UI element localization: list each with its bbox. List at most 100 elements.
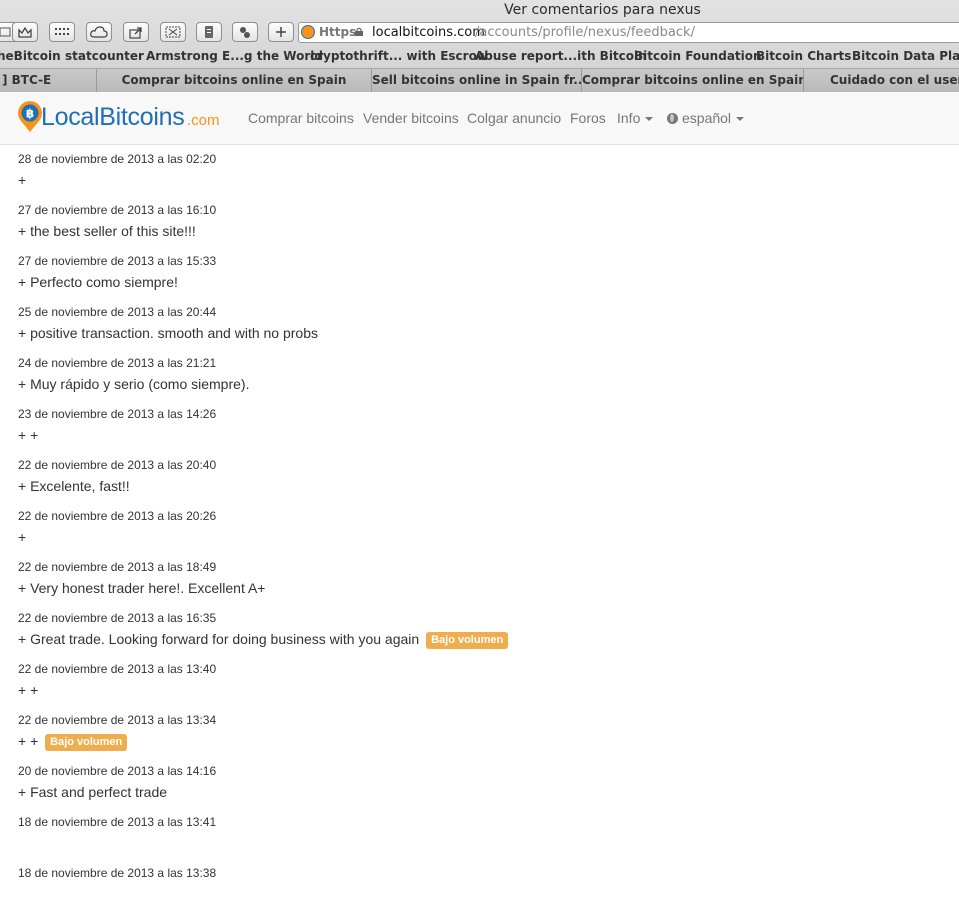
feedback-date: 22 de noviembre de 2013 a las 13:34 xyxy=(18,713,217,727)
grid-icon[interactable] xyxy=(49,22,75,42)
feedback-date: 18 de noviembre de 2013 a las 13:41 xyxy=(18,815,217,829)
bookmark-item[interactable]: Bitcoin Foundation xyxy=(634,49,762,63)
feedback-item: 28 de noviembre de 2013 a las 02:20 + xyxy=(18,145,938,196)
tab-comprar-1[interactable]: Comprar bitcoins online en Spain xyxy=(97,69,372,92)
feedback-comment: + the best seller of this site!!! xyxy=(18,223,196,239)
site-favicon-icon xyxy=(301,25,315,39)
feedback-item: 25 de noviembre de 2013 a las 20:44 + po… xyxy=(18,298,938,349)
browser-chrome: Ver comentarios para nexus Https localbi… xyxy=(0,0,959,93)
feedback-item: 22 de noviembre de 2013 a las 13:34 + + … xyxy=(18,706,938,757)
feedback-date: 28 de noviembre de 2013 a las 02:20 xyxy=(18,152,217,166)
feedback-text: + the best seller of this site!!! xyxy=(18,223,196,239)
feedback-comment: + + xyxy=(18,682,38,698)
nav-info-dropdown[interactable]: Info xyxy=(617,110,654,126)
feedback-date: 24 de noviembre de 2013 a las 21:21 xyxy=(18,356,217,370)
feedback-text: + Perfecto como siempre! xyxy=(18,274,178,290)
feedback-text: + Great trade. Looking forward for doing… xyxy=(18,631,420,647)
crown-icon[interactable] xyxy=(12,22,38,42)
feedback-text: + positive transaction. smooth and with … xyxy=(18,325,319,341)
feedback-comment: + Very honest trader here!. Excellent A+ xyxy=(18,580,265,596)
url-scheme: https xyxy=(319,25,357,39)
feedback-item: 24 de noviembre de 2013 a las 21:21 + Mu… xyxy=(18,349,938,400)
feedback-text: + + xyxy=(18,427,39,443)
browser-toolbar: https localbitcoins.com /accounts/profil… xyxy=(0,20,959,46)
feedback-item: 22 de noviembre de 2013 a las 16:35 + Gr… xyxy=(18,604,938,655)
nav-sell-bitcoins[interactable]: Vender bitcoins xyxy=(363,110,459,126)
feedback-comment: + Muy rápido y serio (como siempre). xyxy=(18,376,249,392)
caret-down-icon xyxy=(736,117,745,122)
add-icon[interactable] xyxy=(268,22,294,42)
tab-cuidado[interactable]: Cuidado con el user "n xyxy=(804,69,959,92)
feedback-date: 25 de noviembre de 2013 a las 20:44 xyxy=(18,305,217,319)
feedback-comment: + + xyxy=(18,427,38,443)
bookmark-item[interactable]: Abuse report...ith Bitcoin xyxy=(475,49,647,63)
nav-forums[interactable]: Foros xyxy=(570,110,606,126)
nav-info-label: Info xyxy=(617,110,641,126)
tab-btce[interactable]: ] BTC-E xyxy=(0,69,97,92)
nav-post-ad[interactable]: Colgar anuncio xyxy=(467,110,561,126)
bookmark-item[interactable]: Bitcoin Data Platfo xyxy=(852,49,959,63)
feedback-text: + xyxy=(18,172,27,188)
feedback-date: 22 de noviembre de 2013 a las 13:40 xyxy=(18,662,217,676)
feedback-item: 18 de noviembre de 2013 a las 13:41 xyxy=(18,808,938,859)
feedback-text: + + xyxy=(18,733,39,749)
nav-language-dropdown[interactable]: español xyxy=(667,110,745,126)
feedback-text: + Excelente, fast!! xyxy=(18,478,130,494)
feedback-comment: + positive transaction. smooth and with … xyxy=(18,325,318,341)
feedback-text: + xyxy=(18,529,27,545)
bookmark-item[interactable]: heBitcoin xyxy=(0,49,61,63)
feedback-text: + Muy rápido y serio (como siempre). xyxy=(18,376,250,392)
feedback-date: 22 de noviembre de 2013 a las 20:40 xyxy=(18,458,217,472)
feedback-text: + + xyxy=(18,682,39,698)
address-bar[interactable]: https localbitcoins.com /accounts/profil… xyxy=(298,22,959,43)
evernote-icon[interactable] xyxy=(232,22,258,42)
url-path: /accounts/profile/nexus/feedback/ xyxy=(475,25,695,40)
tab-sell[interactable]: Sell bitcoins online in Spain fr... xyxy=(372,69,582,92)
cloud-icon[interactable] xyxy=(86,22,112,42)
url-domain: localbitcoins.com xyxy=(372,25,485,40)
feedback-comment: + xyxy=(18,172,26,188)
tab-comprar-2[interactable]: Comprar bitcoins online en Spain xyxy=(582,69,804,92)
file-icon[interactable] xyxy=(196,22,222,42)
bookmarks-bar: heBitcoin statcounter Armstrong E...g th… xyxy=(0,46,959,68)
feedback-item: 18 de noviembre de 2013 a las 13:38 xyxy=(18,859,938,910)
bookmark-item[interactable]: statcounter xyxy=(65,49,144,63)
nav-language-label: español xyxy=(682,110,732,126)
globe-icon xyxy=(667,113,678,124)
share-icon[interactable] xyxy=(123,22,149,42)
lock-icon xyxy=(355,27,363,36)
feedback-comment: + Excelente, fast!! xyxy=(18,478,130,494)
feedback-item: 27 de noviembre de 2013 a las 16:10 + th… xyxy=(18,196,938,247)
caret-down-icon xyxy=(645,117,654,122)
feedback-item: 22 de noviembre de 2013 a las 13:40 + + xyxy=(18,655,938,706)
feedback-date: 27 de noviembre de 2013 a las 15:33 xyxy=(18,254,217,268)
feedback-comment: + + Bajo volumen xyxy=(18,733,128,751)
bookmark-item[interactable]: Bitcoin Charts xyxy=(756,49,851,63)
feedback-item: 22 de noviembre de 2013 a las 20:26 + xyxy=(18,502,938,553)
feedback-text: + Fast and perfect trade xyxy=(18,784,168,800)
feedback-comment: + Great trade. Looking forward for doing… xyxy=(18,631,509,649)
bookmark-item[interactable]: cryptothrift... with Escrow xyxy=(310,49,488,63)
title-bar: Ver comentarios para nexus xyxy=(0,0,959,22)
feedback-item: 27 de noviembre de 2013 a las 15:33 + Pe… xyxy=(18,247,938,298)
screenshot-icon[interactable] xyxy=(160,22,186,42)
svg-text:฿: ฿ xyxy=(26,107,34,121)
bitcoin-pin-icon: ฿ xyxy=(18,101,42,132)
nav-buy-bitcoins[interactable]: Comprar bitcoins xyxy=(248,110,354,126)
feedback-item: 22 de noviembre de 2013 a las 20:40 + Ex… xyxy=(18,451,938,502)
feedback-list: 28 de noviembre de 2013 a las 02:20 + 27… xyxy=(18,145,938,910)
feedback-text: + Very honest trader here!. Excellent A+ xyxy=(18,580,266,596)
logo-text: LocalBitcoins xyxy=(41,103,185,131)
feedback-date: 18 de noviembre de 2013 a las 13:38 xyxy=(18,866,217,880)
tab-bar: ] BTC-E Comprar bitcoins online en Spain… xyxy=(0,68,959,93)
low-volume-badge: Bajo volumen xyxy=(426,632,509,649)
feedback-date: 20 de noviembre de 2013 a las 14:16 xyxy=(18,764,217,778)
logo-domain: .com xyxy=(187,112,220,129)
site-navbar: ฿ LocalBitcoins .com Comprar bitcoins Ve… xyxy=(0,92,959,145)
feedback-date: 22 de noviembre de 2013 a las 18:49 xyxy=(18,560,217,574)
feedback-date: 27 de noviembre de 2013 a las 16:10 xyxy=(18,203,217,217)
bookmark-item[interactable]: Armstrong E...g the World xyxy=(146,49,323,63)
feedback-date: 22 de noviembre de 2013 a las 20:26 xyxy=(18,509,217,523)
feedback-item: 22 de noviembre de 2013 a las 18:49 + Ve… xyxy=(18,553,938,604)
feedback-date: 22 de noviembre de 2013 a las 16:35 xyxy=(18,611,217,625)
